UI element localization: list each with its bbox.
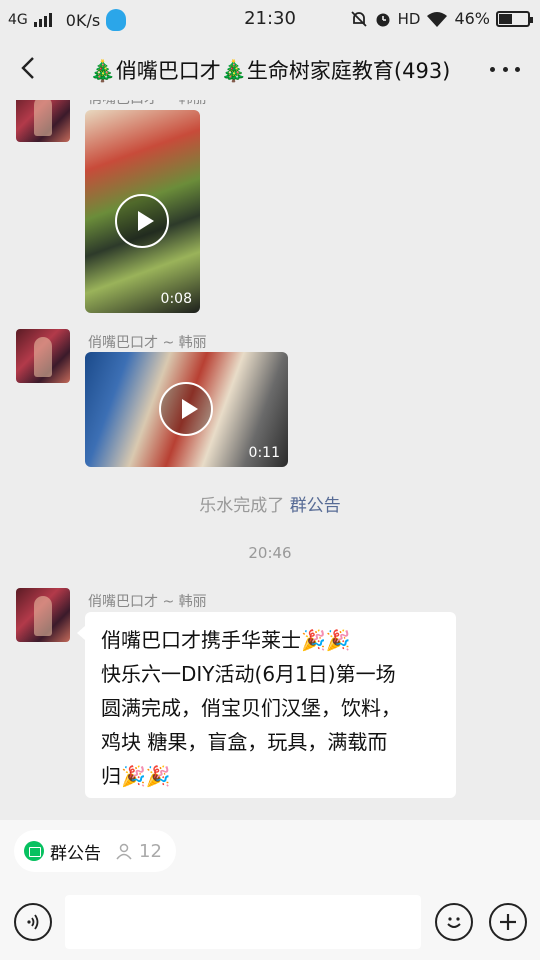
plus-icon[interactable]	[489, 903, 527, 941]
play-icon[interactable]	[159, 382, 213, 436]
group-notice-chip[interactable]: 群公告 12	[14, 830, 176, 872]
announcement-icon	[24, 841, 44, 861]
battery-percent: 46%	[454, 9, 490, 28]
more-dots-icon[interactable]	[490, 56, 520, 82]
message-line: 俏嘴巴口才携手华莱士🎉🎉	[101, 628, 351, 652]
alarm-icon	[376, 13, 390, 26]
battery-icon	[496, 10, 533, 27]
mute-bell-icon	[350, 10, 367, 27]
sender-name: 俏嘴巴口才 ~ 韩丽	[88, 100, 207, 108]
video-message[interactable]: 0:11	[85, 352, 288, 467]
notice-bar: 群公告 12	[0, 820, 540, 884]
group-notice-label: 群公告	[50, 843, 101, 864]
system-notice: 乐水完成了 群公告	[0, 491, 540, 516]
avatar[interactable]	[16, 588, 70, 642]
battery-fill	[499, 13, 512, 24]
chat-title: 🎄俏嘴巴口才🎄生命树家庭教育(493)	[89, 59, 451, 83]
video-message[interactable]: 0:08	[85, 110, 200, 313]
message-line: 鸡块 糖果，盲盒，玩具，满载而	[101, 730, 388, 754]
message-line: 圆满完成，俏宝贝们汉堡，饮料，	[101, 696, 401, 720]
sender-name: 俏嘴巴口才 ~ 韩丽	[88, 335, 207, 351]
back-arrow-icon[interactable]	[14, 53, 44, 83]
emoji-icon[interactable]	[435, 903, 473, 941]
message-timestamp: 20:46	[248, 544, 292, 562]
read-count: 12	[139, 840, 162, 862]
message-line: 快乐六一DIY活动(6月1日)第一场	[101, 662, 396, 686]
sender-name: 俏嘴巴口才 ~ 韩丽	[88, 594, 207, 610]
video-duration: 0:08	[160, 291, 192, 307]
voice-icon[interactable]	[14, 903, 52, 941]
system-notice-text: 乐水完成了	[199, 496, 290, 516]
status-bar: 4G 0K/s 21:30 HD 46%	[0, 0, 540, 38]
avatar[interactable]	[16, 100, 70, 142]
message-input[interactable]	[65, 895, 421, 949]
wifi-icon	[427, 11, 448, 27]
hd-label: HD	[397, 9, 421, 28]
input-bar	[0, 884, 540, 960]
text-message-bubble[interactable]: 俏嘴巴口才携手华莱士🎉🎉 快乐六一DIY活动(6月1日)第一场 圆满完成，俏宝贝…	[77, 612, 456, 798]
avatar[interactable]	[16, 329, 70, 383]
video-duration: 0:11	[248, 445, 280, 461]
person-icon	[116, 843, 132, 860]
status-right: HD 46%	[350, 9, 533, 28]
play-icon[interactable]	[115, 194, 169, 248]
chat-header: 🎄俏嘴巴口才🎄生命树家庭教育(493)	[0, 38, 540, 100]
group-notice-link[interactable]: 群公告	[290, 496, 341, 516]
message-line: 归🎉🎉	[101, 764, 171, 788]
chat-area[interactable]: 俏嘴巴口才 ~ 韩丽 0:08 俏嘴巴口才 ~ 韩丽 0:11 乐水完成了 群公…	[0, 100, 540, 820]
